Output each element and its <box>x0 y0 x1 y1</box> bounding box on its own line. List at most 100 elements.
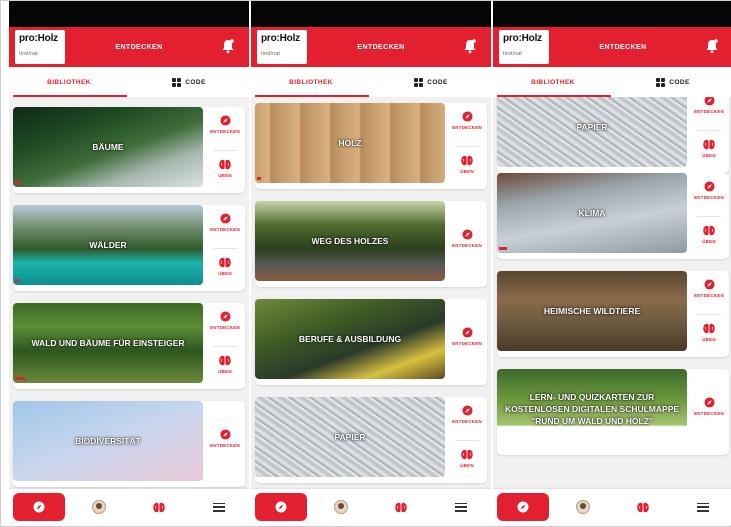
card-list[interactable]: BÄUME ENTDECKEN ÜBEN WÄLDER ENTDECKEN ÜB… <box>9 97 249 489</box>
practice-button[interactable]: ÜBEN <box>447 155 487 174</box>
card-progress-bar <box>499 247 507 250</box>
discover-button[interactable]: ENTDECKEN <box>689 181 729 200</box>
tab-code[interactable]: CODE <box>129 67 249 97</box>
topic-card-image[interactable]: KLIMA <box>497 173 687 253</box>
compass-icon <box>33 501 45 513</box>
card-list[interactable]: PAPIER ENTDECKEN ÜBEN KLIMA ENTDECKEN ÜB… <box>493 97 731 489</box>
discover-button[interactable]: ENTDECKEN <box>205 311 245 330</box>
proholz-logo[interactable]: pro:Holz tirol/nat <box>257 30 307 64</box>
compass-icon <box>703 397 715 408</box>
practice-button[interactable]: ÜBEN <box>205 159 245 178</box>
nav-discover[interactable] <box>13 493 65 521</box>
discover-button[interactable]: ENTDECKEN <box>205 115 245 134</box>
page-title: ENTDECKEN <box>599 43 647 51</box>
nav-practice[interactable] <box>129 489 189 525</box>
app-bar: pro:Holz tirol/nat ENTDECKEN <box>493 27 731 67</box>
nav-discover[interactable] <box>255 493 307 521</box>
topic-card-title: BÄUME <box>92 142 124 152</box>
discover-button[interactable]: ENTDECKEN <box>689 279 729 298</box>
nav-profile[interactable] <box>553 489 613 525</box>
brain-icon <box>461 449 473 460</box>
practice-button[interactable]: ÜBEN <box>689 139 729 158</box>
logo-text: pro:Holz <box>19 33 58 44</box>
topic-card[interactable]: PAPIER ENTDECKEN ÜBEN <box>255 397 487 483</box>
page-title: ENTDECKEN <box>357 43 405 51</box>
nav-profile[interactable] <box>69 489 129 525</box>
topic-card[interactable]: BÄUME ENTDECKEN ÜBEN <box>13 107 245 193</box>
topic-card-image[interactable]: BIODIVERSITÄT <box>13 401 203 481</box>
card-list[interactable]: HOLZ ENTDECKEN ÜBEN WEG DES HOLZES ENTDE… <box>251 97 491 489</box>
tab-code[interactable]: CODE <box>371 67 491 97</box>
tab-library[interactable]: BIBLIOTHEK <box>493 67 613 97</box>
nav-profile[interactable] <box>311 489 371 525</box>
proholz-logo[interactable]: pro:Holz tirol/nat <box>499 30 549 64</box>
topic-card-image[interactable]: WÄLDER <box>13 205 203 285</box>
discover-button[interactable]: ENTDECKEN <box>689 97 729 114</box>
topic-card-title: PAPIER <box>576 122 608 132</box>
topic-card-image[interactable]: WEG DES HOLZES <box>255 201 445 281</box>
tab-library[interactable]: BIBLIOTHEK <box>9 67 129 97</box>
discover-button[interactable]: ENTDECKEN <box>205 213 245 232</box>
proholz-logo[interactable]: pro:Holz tirol/nat <box>15 30 65 64</box>
phone-screen-1: pro:Holz tirol/nat ENTDECKEN BIBLIOTHEK … <box>9 1 249 525</box>
practice-button[interactable]: ÜBEN <box>205 355 245 374</box>
nav-menu[interactable] <box>189 489 249 525</box>
nav-menu[interactable] <box>431 489 491 525</box>
tab-code-label: CODE <box>669 78 690 86</box>
topic-card[interactable]: BERUFE & AUSBILDUNG ENTDECKEN <box>255 299 487 385</box>
practice-label: ÜBEN <box>460 463 474 468</box>
bottom-navigation <box>9 489 249 525</box>
topic-card-image[interactable]: PAPIER <box>255 397 445 477</box>
topic-card-image[interactable]: HOLZ <box>255 103 445 183</box>
topic-card[interactable]: WEG DES HOLZES ENTDECKEN <box>255 201 487 287</box>
app-bar: pro:Holz tirol/nat ENTDECKEN <box>9 27 249 67</box>
topic-card[interactable]: WÄLDER ENTDECKEN ÜBEN <box>13 205 245 291</box>
topic-card[interactable]: BIODIVERSITÄT ENTDECKEN <box>13 401 245 487</box>
practice-button[interactable]: ÜBEN <box>689 323 729 342</box>
discover-button[interactable]: ENTDECKEN <box>447 111 487 130</box>
logo-subtext: tirol/nat <box>261 51 281 57</box>
action-divider <box>697 130 721 131</box>
topic-card-image[interactable]: LERN- UND QUIZKARTEN ZUR KOSTENLOSEN DIG… <box>497 369 687 449</box>
discover-button[interactable]: ENTDECKEN <box>689 397 729 416</box>
tab-library[interactable]: BIBLIOTHEK <box>251 67 371 97</box>
nav-discover[interactable] <box>497 493 549 521</box>
bell-icon[interactable] <box>705 38 719 54</box>
topic-card[interactable]: KLIMA ENTDECKEN ÜBEN <box>497 173 729 259</box>
discover-label: ENTDECKEN <box>694 195 724 200</box>
bell-icon[interactable] <box>463 38 477 54</box>
tab-library-label: BIBLIOTHEK <box>289 78 333 86</box>
discover-button[interactable]: ENTDECKEN <box>447 229 487 248</box>
practice-button[interactable]: ÜBEN <box>689 225 729 244</box>
compass-icon <box>703 97 715 106</box>
nav-practice[interactable] <box>371 489 431 525</box>
discover-button[interactable]: ENTDECKEN <box>447 327 487 346</box>
topic-card[interactable]: WALD UND BÄUME FÜR EINSTEIGER ENTDECKEN … <box>13 303 245 389</box>
topic-card[interactable]: LERN- UND QUIZKARTEN ZUR KOSTENLOSEN DIG… <box>497 369 729 455</box>
topic-card-image[interactable]: PAPIER <box>497 97 687 167</box>
bell-icon[interactable] <box>221 38 235 54</box>
topic-card-image[interactable]: BERUFE & AUSBILDUNG <box>255 299 445 379</box>
topic-card[interactable]: HEIMISCHE WILDTIERE ENTDECKEN ÜBEN <box>497 271 729 357</box>
nav-practice[interactable] <box>613 489 673 525</box>
topic-card-image[interactable]: BÄUME <box>13 107 203 187</box>
topic-card-image[interactable]: WALD UND BÄUME FÜR EINSTEIGER <box>13 303 203 383</box>
status-bar <box>251 1 491 27</box>
compass-icon <box>219 115 231 126</box>
topic-card-image[interactable]: HEIMISCHE WILDTIERE <box>497 271 687 351</box>
practice-button[interactable]: ÜBEN <box>447 449 487 468</box>
discover-button[interactable]: ENTDECKEN <box>205 429 245 448</box>
tab-code[interactable]: CODE <box>613 67 731 97</box>
brain-icon <box>219 257 231 268</box>
discover-label: ENTDECKEN <box>210 129 240 134</box>
nav-menu[interactable] <box>673 489 731 525</box>
practice-button[interactable]: ÜBEN <box>205 257 245 276</box>
brain-icon <box>395 502 407 512</box>
discover-button[interactable]: ENTDECKEN <box>447 405 487 424</box>
card-actions: ENTDECKEN <box>447 201 487 287</box>
topic-card[interactable]: HOLZ ENTDECKEN ÜBEN <box>255 103 487 189</box>
practice-label: ÜBEN <box>218 369 232 374</box>
compass-icon <box>703 279 715 290</box>
card-progress-bar <box>15 181 21 184</box>
topic-card[interactable]: PAPIER ENTDECKEN ÜBEN <box>497 97 729 173</box>
